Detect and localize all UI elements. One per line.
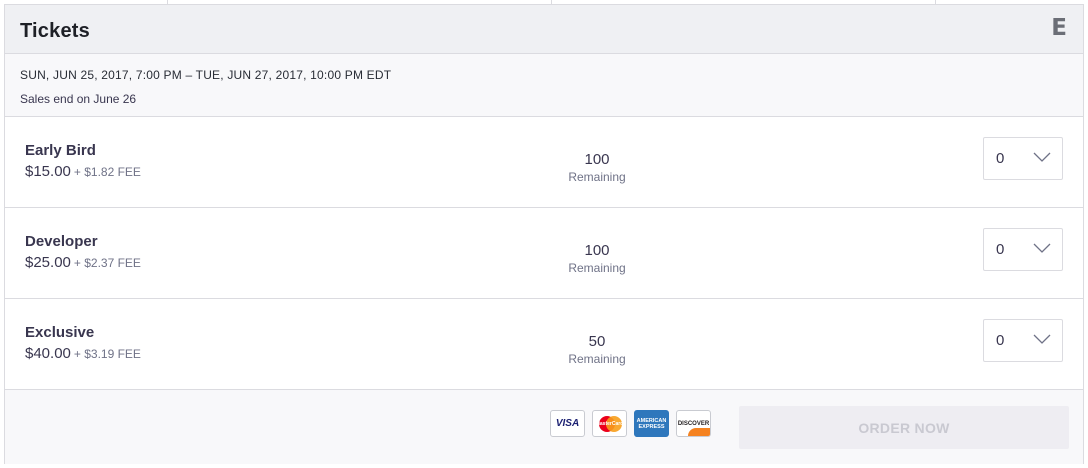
quantity-value: 0 (996, 332, 1005, 349)
sales-end-text: Sales end on June 26 (20, 92, 137, 106)
widget-title: Tickets (20, 20, 90, 42)
remaining-count: 100 (584, 242, 610, 259)
quantity-select[interactable]: 0 (983, 137, 1063, 180)
ticket-fee: + $2.37 FEE (73, 256, 141, 270)
quantity-value: 0 (996, 150, 1005, 167)
remaining-label: Remaining (568, 261, 626, 275)
event-info: SUN, JUN 25, 2017, 7:00 PM – TUE, JUN 27… (5, 54, 1083, 117)
visa-icon: VISA (550, 410, 585, 437)
event-dates: SUN, JUN 25, 2017, 7:00 PM – TUE, JUN 27… (20, 68, 392, 82)
discover-icon: DISCOVER (676, 410, 711, 437)
widget-header: Tickets E (5, 5, 1083, 54)
ticket-price-value: $40.00 (25, 345, 71, 362)
amex-icon: AMERICAN EXPRESS (634, 410, 669, 437)
ticket-remaining: 100 Remaining (547, 242, 647, 275)
order-now-button[interactable]: ORDER NOW (739, 406, 1069, 449)
remaining-label: Remaining (568, 352, 626, 366)
ticket-price: $40.00 + $3.19 FEE (25, 345, 141, 362)
quantity-value: 0 (996, 241, 1005, 258)
ticket-remaining: 50 Remaining (547, 333, 647, 366)
eventbrite-logo-icon: E (1051, 15, 1067, 41)
chevron-down-icon (1033, 334, 1051, 344)
ticket-price-value: $15.00 (25, 163, 71, 180)
ticket-name: Early Bird (25, 142, 96, 159)
payment-cards: VISA MasterCard AMERICAN EXPRESS DISCOVE… (550, 410, 711, 437)
remaining-label: Remaining (568, 170, 626, 184)
ticket-row-exclusive: Exclusive $40.00 + $3.19 FEE 50 Remaining… (5, 299, 1083, 390)
chevron-down-icon (1033, 152, 1051, 162)
ticket-price-value: $25.00 (25, 254, 71, 271)
quantity-select[interactable]: 0 (983, 319, 1063, 362)
ticket-fee: + $3.19 FEE (73, 347, 141, 361)
ticket-fee: + $1.82 FEE (73, 165, 141, 179)
ticket-widget: Tickets E SUN, JUN 25, 2017, 7:00 PM – T… (4, 4, 1084, 464)
chevron-down-icon (1033, 243, 1051, 253)
ticket-price: $25.00 + $2.37 FEE (25, 254, 141, 271)
ticket-name: Developer (25, 233, 98, 250)
remaining-count: 50 (588, 333, 606, 350)
widget-footer: VISA MasterCard AMERICAN EXPRESS DISCOVE… (5, 390, 1083, 464)
ticket-name: Exclusive (25, 324, 95, 341)
ticket-remaining: 100 Remaining (547, 151, 647, 184)
quantity-select[interactable]: 0 (983, 228, 1063, 271)
mastercard-icon: MasterCard (592, 410, 627, 437)
remaining-count: 100 (584, 151, 610, 168)
ticket-row-early-bird: Early Bird $15.00 + $1.82 FEE 100 Remaini… (5, 117, 1083, 208)
ticket-row-developer: Developer $25.00 + $2.37 FEE 100 Remainin… (5, 208, 1083, 299)
ticket-price: $15.00 + $1.82 FEE (25, 163, 141, 180)
